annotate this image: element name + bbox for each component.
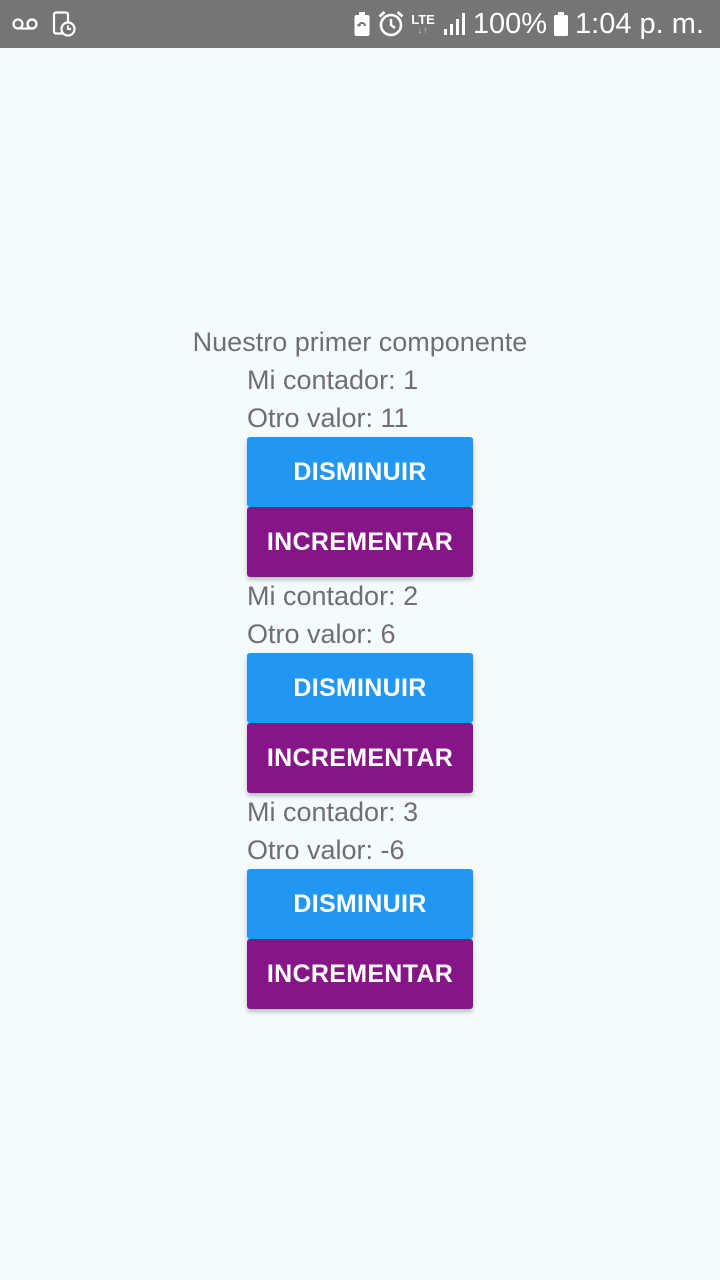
counter-block-3: Mi contador: 3 Otro valor: -6 DISMINUIR … [247, 793, 473, 1009]
other-value: Otro valor: 11 [247, 403, 409, 433]
other-value: Otro valor: 6 [247, 619, 396, 649]
status-bar: LTE ↓↑ 100% 1:04 p. m. [0, 0, 720, 48]
battery-icon [553, 11, 569, 37]
alarm-icon [377, 10, 405, 38]
decrease-button[interactable]: DISMINUIR [247, 437, 473, 507]
counter-value: Mi contador: 2 [247, 581, 419, 611]
increase-button[interactable]: INCREMENTAR [247, 723, 473, 793]
battery-saver-icon [353, 11, 371, 37]
lte-icon: LTE ↓↑ [411, 12, 435, 35]
decrease-button[interactable]: DISMINUIR [247, 653, 473, 723]
counter-value: Mi contador: 3 [247, 797, 419, 827]
decrease-button[interactable]: DISMINUIR [247, 869, 473, 939]
screen-record-icon [52, 11, 76, 37]
counter-list: Mi contador: 1 Otro valor: 11 DISMINUIR … [247, 361, 473, 1009]
page-title: Nuestro primer componente [192, 327, 528, 357]
counter-block-1: Mi contador: 1 Otro valor: 11 DISMINUIR … [247, 361, 473, 577]
clock: 1:04 p. m. [575, 8, 704, 40]
voicemail-icon [12, 17, 38, 31]
increase-button[interactable]: INCREMENTAR [247, 507, 473, 577]
counter-block-2: Mi contador: 2 Otro valor: 6 DISMINUIR I… [247, 577, 473, 793]
signal-icon [443, 12, 467, 36]
app-content: Nuestro primer componente Mi contador: 1… [0, 48, 720, 1280]
increase-button[interactable]: INCREMENTAR [247, 939, 473, 1009]
battery-percent: 100% [472, 8, 548, 40]
counter-value: Mi contador: 1 [247, 365, 419, 395]
other-value: Otro valor: -6 [247, 835, 405, 865]
